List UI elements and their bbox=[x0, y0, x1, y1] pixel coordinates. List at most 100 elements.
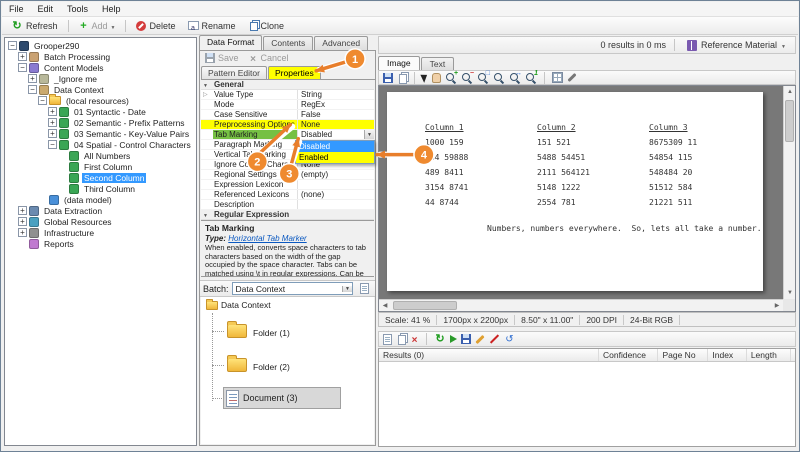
tab-contents[interactable]: Contents bbox=[263, 36, 313, 50]
dropdown-button[interactable] bbox=[364, 130, 374, 139]
image-settings-icon[interactable] bbox=[567, 73, 576, 82]
column-results[interactable]: Results (0) bbox=[379, 349, 599, 361]
tree-item-batch-processing[interactable]: Batch Processing bbox=[5, 51, 196, 62]
run-test-icon[interactable] bbox=[450, 335, 457, 343]
cancel-button[interactable]: Cancel bbox=[249, 53, 289, 63]
tree-item-grooper290[interactable]: Grooper290 bbox=[5, 40, 196, 51]
property-row-referenced-lexicons[interactable]: Referenced Lexicons(none) bbox=[201, 190, 374, 200]
results-table[interactable]: Results (0) Confidence Page No Index Len… bbox=[378, 348, 796, 447]
tree-item-infrastructure[interactable]: Infrastructure bbox=[5, 227, 196, 238]
zoom-window-icon[interactable]: □ bbox=[477, 72, 489, 84]
actual-size-icon[interactable]: 1 bbox=[525, 72, 537, 84]
collapse-icon[interactable] bbox=[8, 41, 17, 50]
expand-icon[interactable] bbox=[48, 107, 57, 116]
property-row-description[interactable]: Description bbox=[201, 200, 374, 210]
category-regular-expression[interactable]: Regular Expression bbox=[201, 210, 374, 220]
undo-icon[interactable] bbox=[504, 334, 515, 345]
vertical-scrollbar[interactable]: ▲▼ bbox=[783, 86, 795, 299]
tree-item-02-semantic-prefix[interactable]: 02 Semantic - Prefix Patterns bbox=[5, 117, 196, 128]
expand-icon[interactable] bbox=[18, 206, 27, 215]
expand-icon[interactable] bbox=[18, 52, 27, 61]
folder-icon[interactable] bbox=[227, 324, 247, 338]
new-result-icon[interactable] bbox=[383, 334, 392, 345]
zoom-out-icon[interactable]: − bbox=[461, 72, 473, 84]
expand-icon[interactable] bbox=[48, 129, 57, 138]
save-results-icon[interactable] bbox=[461, 334, 471, 344]
tab-data-format[interactable]: Data Format bbox=[199, 35, 262, 50]
refresh-button[interactable]: Refresh bbox=[6, 19, 63, 33]
zoom-fit-icon[interactable] bbox=[493, 72, 505, 84]
thumbnails-icon[interactable] bbox=[552, 72, 563, 83]
menu-edit[interactable]: Edit bbox=[31, 4, 61, 14]
horizontal-scrollbar[interactable]: ◀▶ bbox=[379, 299, 783, 311]
tree-item-04-spatial-control[interactable]: 04 Spatial - Control Characters bbox=[5, 139, 196, 150]
add-button[interactable]: Add bbox=[74, 20, 121, 32]
expand-icon[interactable] bbox=[48, 118, 57, 127]
column-confidence[interactable]: Confidence bbox=[599, 349, 658, 361]
save-button[interactable]: Save bbox=[205, 53, 239, 63]
image-viewer[interactable]: Column 1Column 2Column 3 1000 159151 521… bbox=[378, 85, 796, 312]
save-image-icon[interactable] bbox=[383, 73, 393, 83]
property-row-expression-lexicon[interactable]: Expression Lexicon bbox=[201, 180, 374, 190]
edit-result-icon[interactable] bbox=[475, 334, 484, 343]
batch-combobox[interactable]: Data Context bbox=[232, 282, 353, 295]
property-row-regional-settings[interactable]: Regional Settings(empty) bbox=[201, 170, 374, 180]
tree-item-ignore-me[interactable]: _Ignore me bbox=[5, 73, 196, 84]
batch-folder-2[interactable]: Folder (2) bbox=[253, 362, 290, 372]
select-tool-icon[interactable] bbox=[420, 72, 429, 83]
tab-text[interactable]: Text bbox=[421, 57, 455, 70]
tab-pattern-editor[interactable]: Pattern Editor bbox=[201, 66, 267, 79]
tab-image[interactable]: Image bbox=[378, 56, 420, 70]
tree-item-global-resources[interactable]: Global Resources bbox=[5, 216, 196, 227]
collapse-icon[interactable] bbox=[28, 85, 37, 94]
tree-item-03-semantic-keyvalue[interactable]: 03 Semantic - Key-Value Pairs bbox=[5, 128, 196, 139]
tree-item-reports[interactable]: Reports bbox=[5, 238, 196, 249]
expand-icon[interactable] bbox=[18, 228, 27, 237]
expand-icon[interactable] bbox=[28, 74, 37, 83]
dropdown-option-enabled[interactable]: Enabled bbox=[296, 152, 374, 163]
tree-item-local-resources[interactable]: (local resources) bbox=[5, 95, 196, 106]
batch-document-3[interactable]: Document (3) bbox=[223, 387, 341, 409]
folder-icon[interactable] bbox=[227, 358, 247, 372]
tab-marking-combobox[interactable]: Disabled bbox=[297, 130, 374, 139]
tree-item-data-extraction[interactable]: Data Extraction bbox=[5, 205, 196, 216]
reference-material-button[interactable]: Reference Material bbox=[683, 39, 790, 52]
pan-tool-icon[interactable] bbox=[432, 73, 441, 83]
tree-item-all-numbers[interactable]: All Numbers bbox=[5, 150, 196, 161]
tree-item-content-models[interactable]: Content Models bbox=[5, 62, 196, 73]
category-general[interactable]: General bbox=[201, 80, 374, 90]
rename-button[interactable]: Rename bbox=[183, 20, 241, 32]
remove-highlight-icon[interactable] bbox=[490, 334, 499, 343]
clone-button[interactable]: Clone bbox=[243, 19, 290, 32]
expand-icon[interactable] bbox=[18, 217, 27, 226]
tab-advanced[interactable]: Advanced bbox=[314, 36, 368, 50]
batch-root-node[interactable]: Data Context bbox=[206, 300, 271, 310]
tree-item-01-syntactic-date[interactable]: 01 Syntactic - Date bbox=[5, 106, 196, 117]
delete-button[interactable]: Delete bbox=[131, 20, 180, 32]
copy-results-icon[interactable] bbox=[398, 335, 406, 345]
zoom-width-icon[interactable]: ↔ bbox=[509, 72, 521, 84]
menu-file[interactable]: File bbox=[2, 4, 31, 14]
copy-image-icon[interactable] bbox=[399, 74, 407, 84]
column-page-no[interactable]: Page No bbox=[658, 349, 708, 361]
column-length[interactable]: Length bbox=[747, 349, 791, 361]
collapse-icon[interactable] bbox=[18, 63, 27, 72]
document-page[interactable]: Column 1Column 2Column 3 1000 159151 521… bbox=[387, 92, 763, 291]
dropdown-button[interactable] bbox=[342, 286, 352, 292]
tree-item-data-model[interactable]: (data model) bbox=[5, 194, 196, 205]
menu-tools[interactable]: Tools bbox=[60, 4, 95, 14]
dropdown-option-disabled[interactable]: Disabled bbox=[296, 141, 374, 152]
tab-properties[interactable]: Properties bbox=[268, 66, 321, 79]
property-row-mode[interactable]: ModeRegEx bbox=[201, 100, 374, 110]
batch-folder-1[interactable]: Folder (1) bbox=[253, 328, 290, 338]
tree-item-second-column[interactable]: Second Column bbox=[5, 172, 196, 183]
expand-icon[interactable] bbox=[201, 90, 213, 99]
property-row-value-type[interactable]: Value TypeString bbox=[201, 90, 374, 100]
collapse-icon[interactable] bbox=[38, 96, 47, 105]
tree-item-data-context[interactable]: Data Context bbox=[5, 84, 196, 95]
rerun-test-icon[interactable] bbox=[434, 333, 446, 345]
collapse-icon[interactable] bbox=[48, 140, 57, 149]
zoom-in-icon[interactable]: + bbox=[445, 72, 457, 84]
tree-item-third-column[interactable]: Third Column bbox=[5, 183, 196, 194]
property-row-preprocessing-options[interactable]: Preprocessing OptionsNone bbox=[201, 120, 374, 130]
